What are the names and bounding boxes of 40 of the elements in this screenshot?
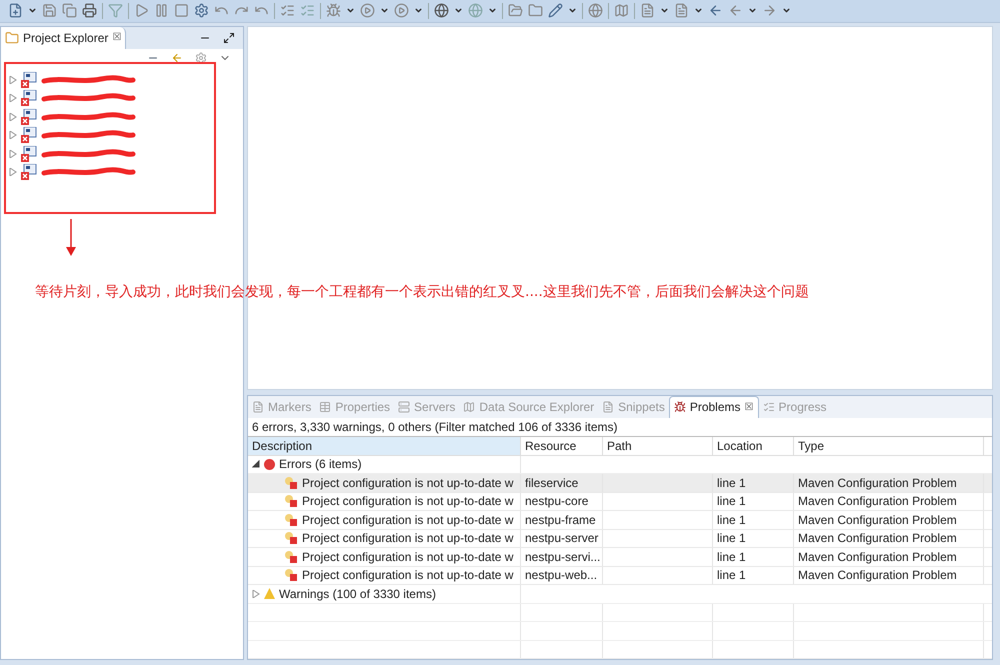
table-cell-text: line 1	[717, 512, 746, 529]
table-cell-text: Maven Configuration Problem	[798, 493, 957, 510]
table-cell-text: Maven Configuration Problem	[798, 512, 957, 529]
table-row[interactable]: Project configuration is not up-to-date w fileservice line 1 Maven Configuration Problem	[248, 474, 992, 492]
table-cell-text: line 1	[717, 474, 746, 492]
table-cell-text: nestpu-core	[525, 493, 588, 510]
table-cell-text: Project configuration is not up-to-date w	[302, 512, 514, 529]
table-cell-text: Maven Configuration Problem	[798, 567, 957, 584]
table-row[interactable]: Project configuration is not up-to-date w nestpu-servi... line 1 Maven Configuration Problem	[248, 548, 992, 566]
table-row[interactable]: Project configuration is not up-to-date w nestpu-core line 1 Maven Configuration Problem	[248, 492, 992, 511]
group-label[interactable]: Errors (6 items)	[279, 455, 362, 474]
table-cell-text: Project configuration is not up-to-date w	[302, 493, 514, 510]
table-cell-text: nestpu-frame	[525, 512, 596, 529]
table-cell-text: Maven Configuration Problem	[798, 548, 957, 566]
table-cell-text: line 1	[717, 530, 746, 548]
table-row[interactable]: Project configuration is not up-to-date w nestpu-web... line 1 Maven Configuration Problem	[248, 566, 992, 585]
table-cell-text: line 1	[717, 548, 746, 566]
close-icon[interactable]: ☒	[112, 30, 122, 45]
annotation-text: 等待片刻，导入成功，此时我们会发现，每一个工程都有一个表示出错的红叉叉....这里我们先不管，后面我们会解决这个问题	[35, 283, 809, 302]
table-cell-text: Project configuration is not up-to-date w	[302, 474, 514, 492]
close-icon[interactable]: ☒	[744, 400, 754, 414]
table-cell-text: nestpu-server	[525, 530, 598, 548]
table-cell-text: Project configuration is not up-to-date w	[302, 530, 514, 548]
view-tab[interactable]: Project Explorer ☒	[1, 26, 126, 48]
problems-summary: 6 errors, 3,330 warnings, 0 others (Filter matched 106 of 3336 items)	[251, 418, 619, 436]
table-cell-text: nestpu-servi...	[525, 548, 600, 566]
table-cell-text: Project configuration is not up-to-date w	[302, 567, 514, 584]
tab-label: Project Explorer	[23, 30, 108, 46]
table-cell-text: Maven Configuration Problem	[798, 474, 957, 492]
table-row[interactable]: Project configuration is not up-to-date w nestpu-frame line 1 Maven Configuration Problem	[248, 511, 992, 530]
table-cell-text: line 1	[717, 493, 746, 510]
group-label[interactable]: Warnings (100 of 3330 items)	[279, 584, 436, 603]
table-cell-text: Project configuration is not up-to-date w	[302, 548, 514, 566]
table-cell-text: fileservice	[525, 474, 578, 492]
column-header[interactable]: Description	[248, 436, 521, 454]
table-cell-text: nestpu-web...	[525, 567, 598, 584]
table-cell-text: Maven Configuration Problem	[798, 530, 957, 548]
table-cell-text: line 1	[717, 567, 746, 584]
table-row[interactable]: Project configuration is not up-to-date w nestpu-server line 1 Maven Configuration Problem	[248, 530, 992, 548]
view-tab[interactable]: Problems ☒	[668, 396, 759, 418]
